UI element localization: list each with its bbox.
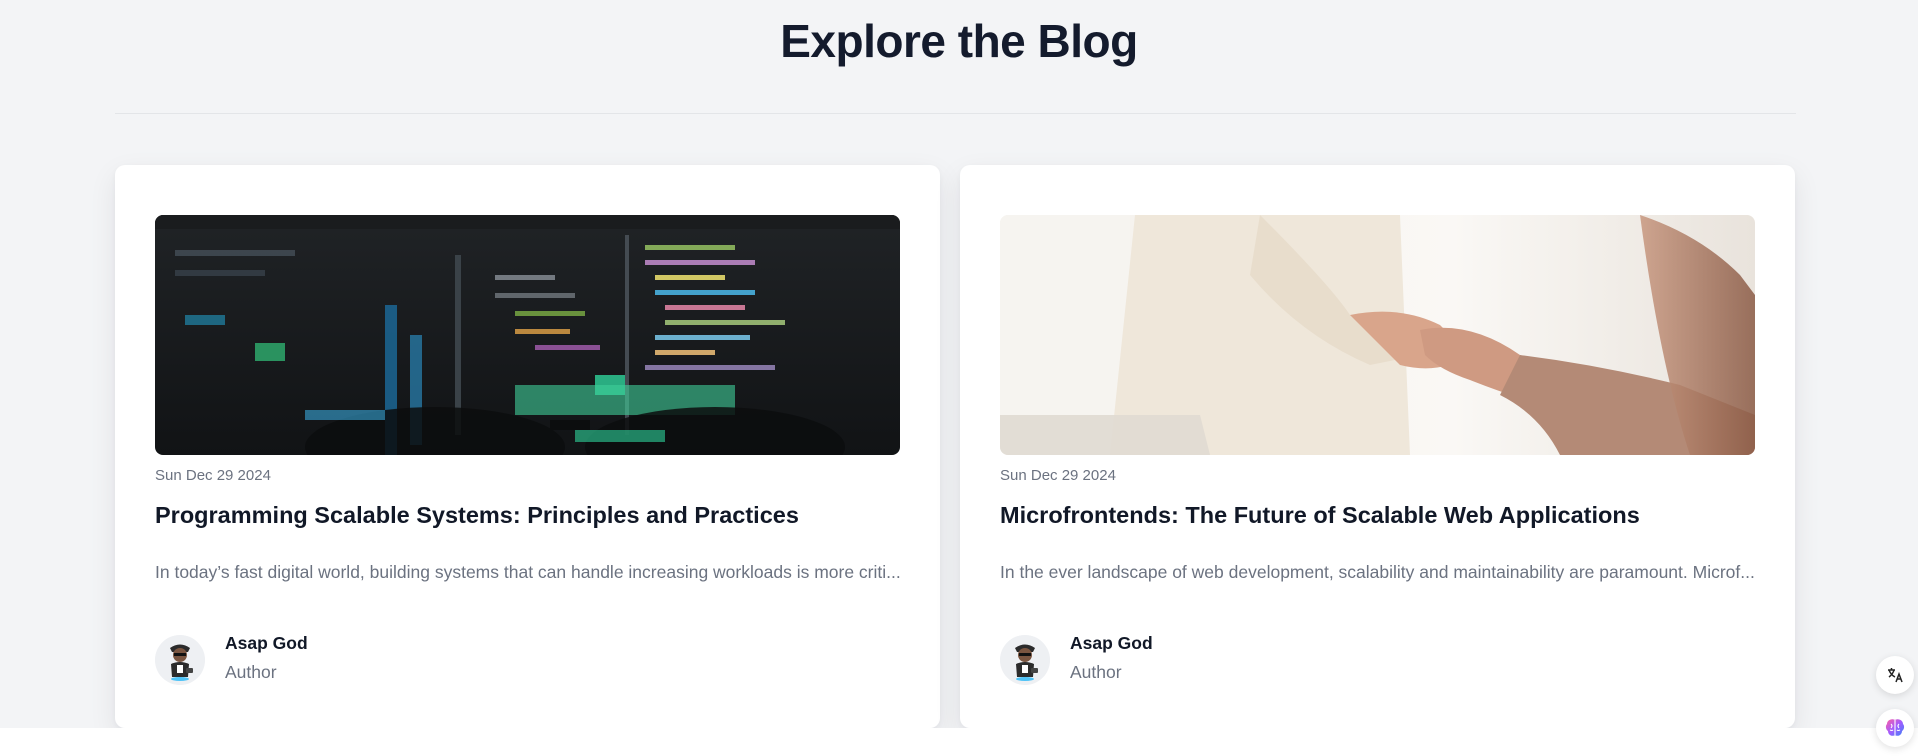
ai-assistant-button[interactable] (1876, 709, 1914, 747)
post-excerpt: In today’s fast digital world, building … (155, 562, 901, 582)
author-role: Author (225, 662, 277, 682)
author-name: Asap God (225, 633, 308, 653)
post-title[interactable]: Microfrontends: The Future of Scalable W… (1000, 502, 1640, 529)
bottom-section (0, 728, 1918, 756)
post-excerpt: In the ever landscape of web development… (1000, 562, 1755, 582)
avatar-character-icon (155, 635, 205, 685)
blog-card-image[interactable] (155, 215, 900, 455)
handshake-image (1000, 215, 1755, 455)
header-divider (115, 113, 1796, 114)
blog-card[interactable]: Sun Dec 29 2024 Microfrontends: The Futu… (960, 165, 1795, 728)
code-screen-image (155, 215, 900, 455)
author-name: Asap God (1070, 633, 1153, 653)
post-date: Sun Dec 29 2024 (155, 467, 271, 484)
blog-card[interactable]: Sun Dec 29 2024 Programming Scalable Sys… (115, 165, 940, 728)
brain-icon (1885, 719, 1905, 736)
translate-button[interactable] (1876, 656, 1914, 694)
page-title: Explore the Blog (780, 15, 1138, 67)
avatar (155, 635, 205, 685)
translate-icon (1888, 668, 1903, 683)
blog-card-image[interactable] (1000, 215, 1755, 455)
author-role: Author (1070, 662, 1122, 682)
post-title[interactable]: Programming Scalable Systems: Principles… (155, 502, 799, 529)
post-date: Sun Dec 29 2024 (1000, 467, 1116, 484)
avatar-character-icon (1000, 635, 1050, 685)
avatar (1000, 635, 1050, 685)
